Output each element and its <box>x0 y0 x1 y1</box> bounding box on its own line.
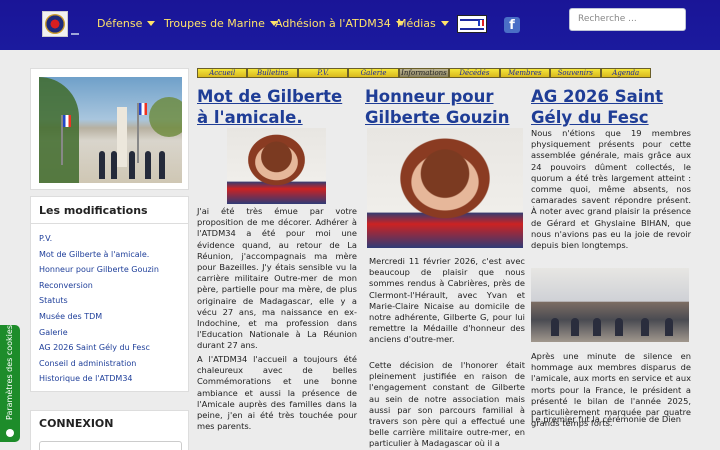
article-paragraph: J'ai été très émue par votre proposition… <box>197 206 357 351</box>
strip-agenda[interactable]: Agenda <box>600 68 651 78</box>
article-paragraph: Cette décision de l'honorer était pleine… <box>369 360 525 449</box>
strip-galerie[interactable]: Galerie <box>348 68 399 78</box>
nav-medias-label: Médias <box>397 17 436 30</box>
cookie-settings-tab[interactable]: Paramètres des cookies <box>0 325 20 442</box>
french-flag-icon <box>478 20 484 26</box>
modifications-title: Les modifications <box>39 204 148 217</box>
nav-troupes-de-marine[interactable]: Troupes de Marine <box>164 17 278 30</box>
gilberte-portrait-large <box>367 128 523 248</box>
cookie-settings-label: Paramètres des cookies <box>5 325 14 420</box>
connexion-panel: CONNEXION <box>30 410 189 450</box>
nav-defense[interactable]: Défense <box>97 17 156 30</box>
photo-person <box>571 318 579 336</box>
nav-adhesion-label: Adhésion à l'ATDM34 <box>275 17 391 30</box>
photo-person <box>99 151 105 179</box>
username-input[interactable] <box>39 441 182 450</box>
modification-link[interactable]: Galerie <box>39 325 159 341</box>
article-title[interactable]: Honneur pour Gilberte Gouzin <box>365 86 525 128</box>
photo-person <box>665 318 673 336</box>
nav-adhesion[interactable]: Adhésion à l'ATDM34 <box>275 17 404 30</box>
photo-person <box>551 318 559 336</box>
nav-troupes-label: Troupes de Marine <box>164 17 265 30</box>
article-title[interactable]: Mot de Gilberte à l'amicale. <box>197 86 357 128</box>
photo-tree <box>149 97 182 137</box>
article-mot-de-gilberte: Mot de Gilberte à l'amicale. <box>197 86 357 128</box>
modifications-list: P.V. Mot de Gilberte à l'amicale. Honneu… <box>39 231 159 387</box>
strip-souvenirs[interactable]: Souvenirs <box>550 68 601 78</box>
article-paragraph: Le premier fut la cérémonie de Dien <box>531 414 681 424</box>
article-ag-2026: AG 2026 Saint Gély du Fesc <box>531 86 701 128</box>
top-navbar: Défense Troupes de Marine Adhésion à l'A… <box>0 0 720 50</box>
membership-card-icon[interactable] <box>457 15 487 33</box>
modification-link[interactable]: Conseil d administration <box>39 356 159 372</box>
modification-link[interactable]: Mot de Gilberte à l'amicale. <box>39 247 159 263</box>
sidebar-photo-card <box>30 68 189 190</box>
photo-person <box>129 151 135 179</box>
article-paragraph: Mercredi 11 février 2026, c'est avec bea… <box>369 256 525 345</box>
modification-link[interactable]: Musée des TDM <box>39 309 159 325</box>
modification-link[interactable]: Statuts <box>39 293 159 309</box>
photo-person <box>615 318 623 336</box>
modifications-panel: Les modifications P.V. Mot de Gilberte à… <box>30 196 189 392</box>
strip-pv[interactable]: P.V. <box>297 68 349 78</box>
association-logo[interactable] <box>42 11 68 37</box>
modification-link[interactable]: AG 2026 Saint Gély du Fesc <box>39 340 159 356</box>
article-title[interactable]: AG 2026 Saint Gély du Fesc <box>531 86 701 128</box>
modification-link[interactable]: Reconversion <box>39 278 159 294</box>
photo-flag-cloth <box>63 115 71 127</box>
article-paragraph: A l'ATDM34 l'accueil a toujours été chal… <box>197 354 357 432</box>
card-stripe <box>460 28 484 30</box>
assembly-photo <box>531 268 689 342</box>
nav-medias[interactable]: Médias <box>397 17 449 30</box>
photo-flag-cloth <box>139 103 147 115</box>
photo-monument <box>117 107 127 167</box>
chevron-down-icon <box>440 21 449 26</box>
photo-person <box>159 151 165 179</box>
nav-defense-label: Défense <box>97 17 143 30</box>
photo-person <box>145 151 151 179</box>
section-menu-strip: Accueil Bulletins P.V. Galerie Informati… <box>197 68 651 78</box>
photo-flag <box>137 103 147 163</box>
fingerprint-icon <box>6 429 14 437</box>
article-paragraph: Nous n'étions que 19 membres physiquemen… <box>531 128 691 251</box>
facebook-icon[interactable]: f <box>504 17 520 33</box>
photo-person <box>111 151 117 179</box>
divider <box>31 223 188 224</box>
photo-person <box>641 318 649 336</box>
modification-link[interactable]: Honneur pour Gilberte Gouzin <box>39 262 159 278</box>
logo-emblem-icon <box>45 14 65 34</box>
connexion-title: CONNEXION <box>39 417 114 430</box>
photo-flag <box>61 115 71 165</box>
modification-link[interactable]: P.V. <box>39 231 159 247</box>
chevron-down-icon <box>147 21 156 26</box>
strip-decedes[interactable]: Décédés <box>449 68 500 78</box>
search-input[interactable]: Recherche ... <box>569 8 686 31</box>
strip-accueil[interactable]: Accueil <box>197 68 248 78</box>
strip-membres[interactable]: Membres <box>499 68 551 78</box>
gilberte-portrait <box>227 128 326 204</box>
article-honneur-gilberte: Honneur pour Gilberte Gouzin <box>365 86 525 128</box>
photo-person <box>593 318 601 336</box>
ceremony-photo <box>39 77 182 183</box>
photo-tree <box>39 77 79 183</box>
strip-informations[interactable]: Informations <box>398 68 450 78</box>
logo-divider <box>71 33 79 35</box>
strip-bulletins[interactable]: Bulletins <box>247 68 298 78</box>
modification-link[interactable]: Historique de l'ATDM34 <box>39 371 159 387</box>
